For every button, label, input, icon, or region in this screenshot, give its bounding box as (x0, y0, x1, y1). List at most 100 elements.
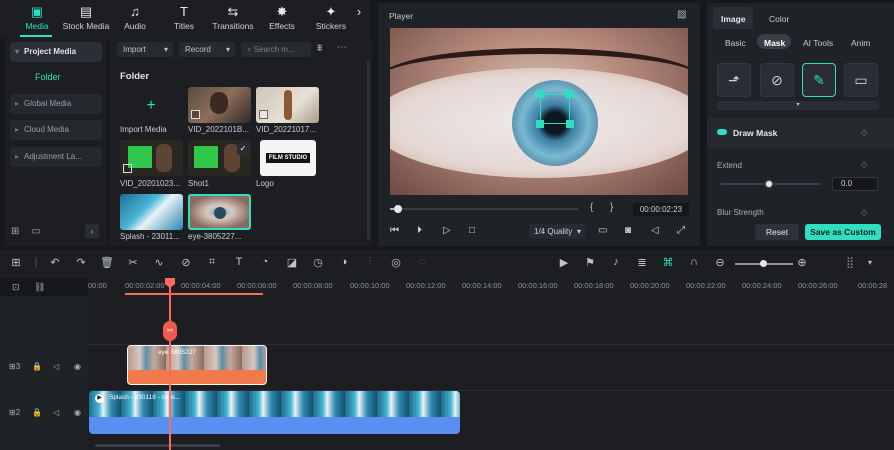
subtab-ai-tools[interactable]: AI Tools (803, 38, 833, 48)
extend-slider-knob[interactable] (765, 180, 773, 188)
playhead-knob[interactable] (393, 205, 402, 213)
motion-icon[interactable]: ◎ (388, 256, 404, 269)
import-media-button[interactable]: + (123, 88, 179, 124)
green-screen-icon[interactable]: ◪ (284, 256, 300, 269)
render-icon[interactable]: ▶ (556, 256, 572, 269)
chevron-down-icon[interactable]: ▾ (862, 258, 878, 267)
folder-icon[interactable]: ▭ (31, 226, 40, 237)
add-track-icon[interactable]: ⊡ (12, 282, 20, 293)
keyframe-icon[interactable]: ◇ (861, 160, 867, 169)
media-thumbnail[interactable]: FILM STUDIO (260, 140, 316, 176)
volume-icon[interactable]: ◁ (651, 225, 659, 236)
work-area-range[interactable] (125, 293, 263, 295)
cloud-media-item[interactable]: ▸ Cloud Media (10, 120, 102, 140)
folder-item[interactable]: Folder (35, 72, 61, 82)
split-marker-icon[interactable]: ✂ (163, 321, 177, 341)
timer-icon[interactable]: ◷ (310, 256, 326, 269)
timeline-clip-splash[interactable]: ▶ Splash - 230118 - cops... (89, 391, 460, 434)
speaker-icon[interactable]: ◁ (53, 362, 59, 371)
video-preview[interactable] (390, 28, 688, 195)
mask-handle[interactable] (536, 120, 544, 128)
filter-icon[interactable]: ⩩ (317, 43, 322, 54)
save-as-custom-button[interactable]: Save as Custom (805, 224, 881, 240)
redo-icon[interactable]: ↷ (73, 256, 89, 269)
draw-mask-toggle[interactable] (717, 129, 727, 135)
no-mask-icon[interactable]: ⊘ (760, 63, 794, 97)
audio-wave-icon[interactable]: ⫶ (362, 256, 378, 269)
media-scrollbar[interactable] (367, 60, 370, 240)
audio-split-icon[interactable]: ∿ (151, 256, 167, 269)
history-icon[interactable]: ◌ (414, 256, 430, 268)
record-dropdown[interactable]: Record ▾ (179, 42, 235, 57)
crop-icon[interactable]: ⌗ (204, 256, 220, 269)
previous-frame-icon[interactable]: ⏮ (390, 225, 399, 236)
display-icon[interactable]: ▭ (598, 225, 607, 236)
adjustment-layer-item[interactable]: ▸ Adjustment La... (10, 147, 102, 167)
subtab-basic[interactable]: Basic (725, 38, 746, 48)
extend-value-field[interactable]: 0.0 (832, 177, 878, 191)
mask-handle[interactable] (536, 90, 544, 98)
keyframe-icon[interactable]: ◇ (861, 208, 867, 217)
tab-stickers[interactable]: ✦ Stickers (306, 4, 356, 31)
quality-dropdown[interactable]: 1/4 Quality ▾ (529, 224, 585, 239)
split-icon[interactable]: ✂ (125, 256, 141, 269)
custom-mask-icon[interactable]: ⬏ (717, 63, 751, 97)
collapse-panel-icon[interactable]: ‹ (85, 224, 99, 238)
lock-icon[interactable]: 🔒 (32, 362, 42, 371)
mark-in-icon[interactable]: { (590, 202, 593, 213)
camera-icon[interactable]: ◙ (625, 225, 631, 236)
tab-media[interactable]: ▣ Media (12, 4, 62, 31)
play-backward-icon[interactable]: ⏵ (417, 225, 422, 236)
zoom-in-icon[interactable]: ⊕ (794, 256, 810, 269)
color-icon[interactable]: ◑ (336, 256, 352, 268)
microphone-icon[interactable]: ♪ (608, 256, 624, 268)
draw-mask-icon[interactable]: ✎ (802, 63, 836, 97)
tab-effects[interactable]: ✸ Effects (257, 4, 307, 31)
subtab-animation[interactable]: Anim (851, 38, 870, 48)
undo-icon[interactable]: ↶ (47, 256, 63, 269)
more-tabs-icon[interactable]: › (352, 4, 366, 20)
new-folder-icon[interactable]: ⊞ (11, 226, 19, 237)
tab-color[interactable]: Color (769, 14, 789, 24)
snap-icon[interactable]: ⌘ (660, 256, 676, 269)
layout-icon[interactable]: ⊞ (8, 256, 24, 269)
reset-button[interactable]: Reset (755, 224, 799, 240)
global-media-item[interactable]: ▸ Global Media (10, 94, 102, 114)
playhead-line[interactable] (169, 278, 171, 450)
play-icon[interactable]: ▷ (443, 225, 451, 236)
lock-icon[interactable]: 🔒 (32, 408, 42, 417)
mark-out-icon[interactable]: } (610, 202, 613, 213)
media-thumbnail[interactable] (256, 87, 319, 123)
link-icon[interactable]: ⛓ (34, 282, 45, 293)
playback-progress[interactable] (390, 204, 578, 214)
speed-icon[interactable]: ◔ (257, 256, 273, 268)
tab-titles[interactable]: T Titles (159, 4, 209, 31)
timeline-ruler[interactable]: 00:00 00:00:02:00 00:00:04:00 00:00:06:0… (88, 278, 894, 296)
mask-handle[interactable] (566, 90, 574, 98)
keyframe-icon[interactable]: ◇ (861, 128, 867, 137)
zoom-slider-knob[interactable] (760, 260, 767, 267)
text-icon[interactable]: T (231, 256, 247, 268)
more-icon[interactable]: ⋯ (337, 42, 347, 53)
delete-icon[interactable]: 🗑 (99, 256, 115, 269)
rectangle-mask-icon[interactable]: ▭ (844, 63, 878, 97)
import-dropdown[interactable]: Import ▾ (117, 42, 173, 57)
media-thumbnail[interactable] (120, 140, 183, 176)
zoom-out-icon[interactable]: ⊖ (712, 256, 728, 269)
voiceover-icon[interactable]: ≣ (634, 256, 650, 269)
speaker-icon[interactable]: ◁ (53, 408, 59, 417)
timeline-clip-eye[interactable]: eye-3805227 (127, 345, 267, 385)
snapshot-icon[interactable]: ▨ (677, 9, 686, 20)
stop-icon[interactable]: □ (469, 225, 475, 236)
expand-masks-button[interactable]: ▾ (717, 101, 879, 110)
tab-audio[interactable]: ♫ Audio (110, 4, 160, 31)
timeline-scrollbar[interactable] (95, 444, 220, 447)
tab-stock-media[interactable]: ▤ Stock Media (61, 4, 111, 31)
grid-icon[interactable]: ⣿ (842, 256, 858, 269)
media-thumbnail[interactable] (188, 87, 251, 123)
fullscreen-icon[interactable]: ⤢ (677, 225, 685, 236)
eye-icon[interactable]: ◉ (74, 408, 81, 417)
media-thumbnail[interactable]: ✓ (188, 140, 251, 176)
search-input[interactable]: ⌕ Search m... (241, 42, 311, 57)
mask-handle[interactable] (566, 120, 574, 128)
